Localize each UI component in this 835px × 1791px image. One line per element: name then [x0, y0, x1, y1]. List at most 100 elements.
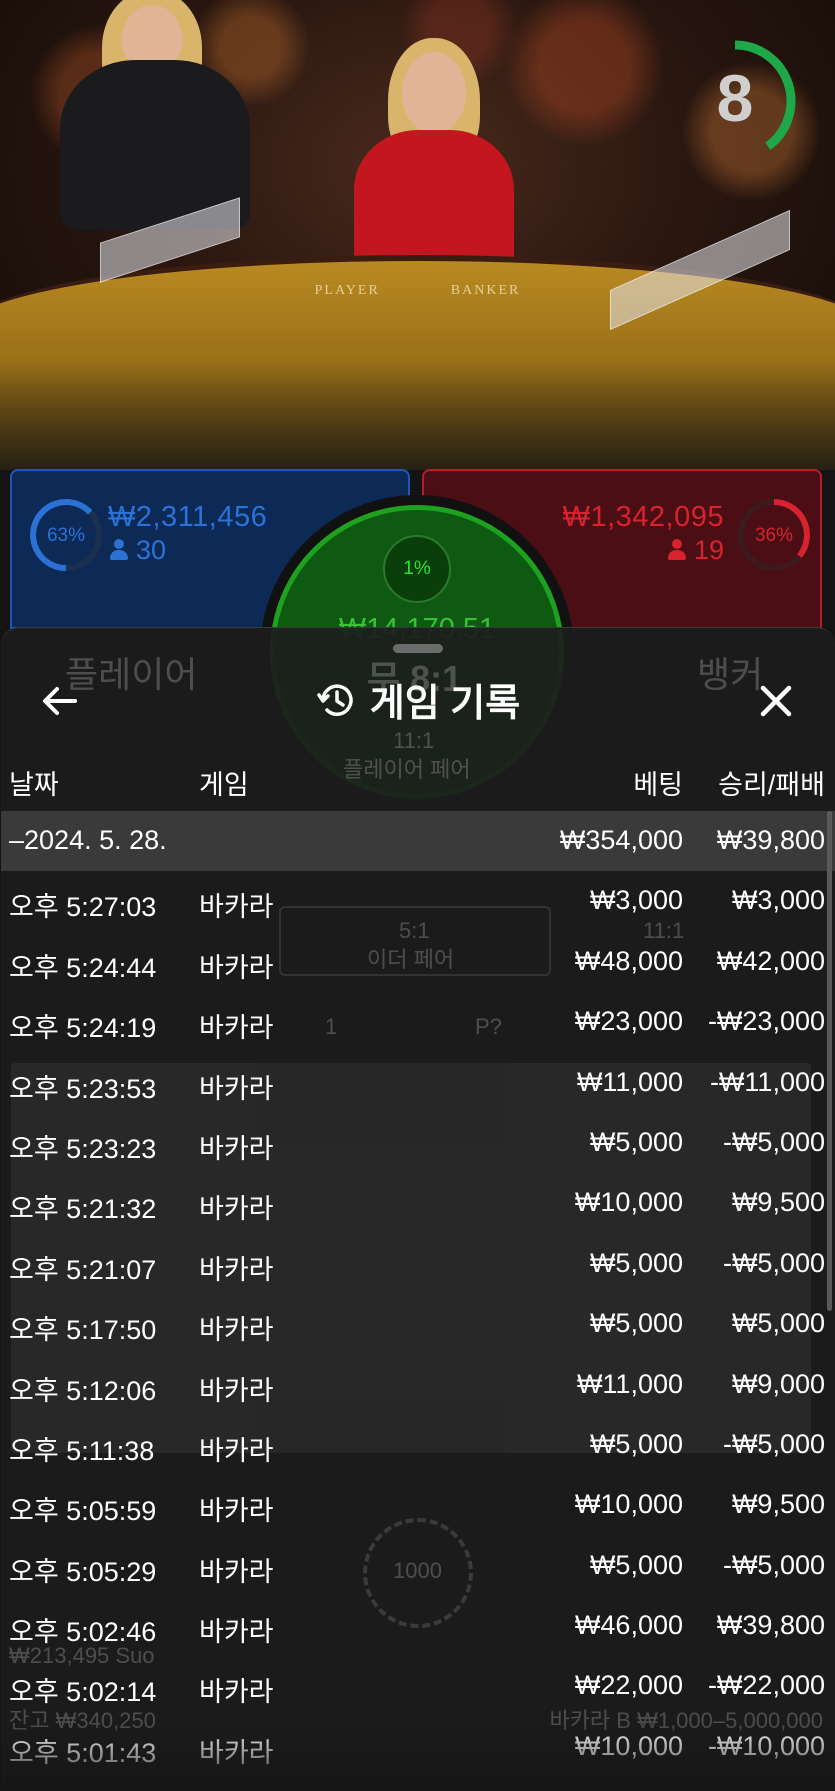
row-game: 바카라 [199, 1013, 274, 1044]
summary-result: ₩39,800 [716, 825, 825, 855]
history-list[interactable]: –2024. 5. 28. ₩354,000 ₩39,800 오후 5:27:0… [1, 811, 835, 1777]
history-row[interactable]: 오후 5:27:03 바카라 ₩3,000 ₩3,000 [1, 871, 835, 931]
row-result: ₩42,000 [716, 945, 825, 976]
history-row[interactable]: 오후 5:24:44 바카라 ₩48,000 ₩42,000 [1, 932, 835, 992]
banker-percent-ring: 36% [736, 497, 812, 573]
history-row[interactable]: 오후 5:21:07 바카라 ₩5,000 -₩5,000 [1, 1234, 835, 1294]
row-game: 바카라 [199, 1617, 274, 1648]
row-time: 오후 5:23:53 [9, 1073, 157, 1104]
countdown-timer: 8 [683, 30, 805, 180]
row-game: 바카라 [199, 952, 274, 983]
player-bettor-count: 30 [136, 535, 167, 565]
history-row[interactable]: 오후 5:02:14 바카라 ₩22,000 -₩22,000 [1, 1656, 835, 1716]
row-bet: ₩5,000 [589, 1247, 683, 1278]
history-row[interactable]: 오후 5:12:06 바카라 ₩11,000 ₩9,000 [1, 1355, 835, 1415]
history-row[interactable]: 오후 5:01:43 바카라 ₩10,000 -₩10,000 [1, 1717, 835, 1777]
row-time: 오후 5:17:50 [9, 1315, 157, 1346]
date-summary-row[interactable]: –2024. 5. 28. ₩354,000 ₩39,800 [1, 811, 835, 872]
row-result: -₩11,000 [709, 1066, 825, 1097]
row-bet: ₩23,000 [574, 1006, 683, 1037]
column-header-game: 게임 [199, 770, 249, 800]
history-row[interactable]: 오후 5:05:29 바카라 ₩5,000 -₩5,000 [1, 1536, 835, 1596]
row-result: ₩3,000 [731, 885, 825, 916]
row-result: ₩9,500 [731, 1489, 825, 1520]
row-game: 바카라 [199, 1677, 274, 1708]
row-result: ₩9,000 [731, 1368, 825, 1399]
row-bet: ₩10,000 [574, 1489, 683, 1520]
person-icon [110, 539, 128, 561]
row-time: 오후 5:24:44 [9, 952, 157, 983]
history-row[interactable]: 오후 5:02:46 바카라 ₩46,000 ₩39,800 [1, 1596, 835, 1656]
row-time: 오후 5:02:46 [9, 1617, 157, 1648]
row-result: -₩5,000 [722, 1247, 825, 1278]
row-time: 오후 5:12:06 [9, 1375, 157, 1406]
row-bet: ₩3,000 [589, 885, 683, 916]
history-row[interactable]: 오후 5:11:38 바카라 ₩5,000 -₩5,000 [1, 1415, 835, 1475]
row-game: 바카라 [199, 892, 274, 923]
row-result: ₩39,800 [716, 1610, 825, 1641]
row-result: ₩5,000 [731, 1308, 825, 1339]
row-game: 바카라 [199, 1556, 274, 1587]
banker-percent: 36% [754, 525, 794, 546]
row-bet: ₩5,000 [589, 1126, 683, 1157]
game-history-sheet: 플레이어 무 8:1 뱅커 11:1 플레이어 페어 5:1 이더 페어 11:… [1, 627, 835, 1791]
history-row[interactable]: 오후 5:23:53 바카라 ₩11,000 -₩11,000 [1, 1053, 835, 1113]
person-icon [667, 539, 686, 561]
row-time: 오후 5:21:07 [9, 1254, 157, 1285]
banker-total-amount: ₩1,342,095 [562, 501, 724, 533]
history-clock-icon [317, 683, 353, 716]
player-percent: 63% [46, 525, 86, 546]
row-bet: ₩22,000 [574, 1670, 683, 1701]
ghost-player-pair: 플레이어 페어 [343, 757, 471, 782]
row-time: 오후 5:23:23 [9, 1133, 157, 1164]
row-bet: ₩10,000 [574, 1730, 683, 1761]
player-percent-ring: 63% [28, 497, 104, 573]
row-time: 오후 5:27:03 [9, 892, 157, 923]
summary-bet: ₩354,000 [559, 825, 683, 855]
close-button[interactable] [753, 678, 799, 724]
row-time: 오후 5:05:59 [9, 1496, 157, 1527]
row-time: 오후 5:11:38 [9, 1435, 155, 1466]
history-row[interactable]: 오후 5:21:32 바카라 ₩10,000 ₩9,500 [1, 1173, 835, 1233]
history-row[interactable]: 오후 5:05:59 바카라 ₩10,000 ₩9,500 [1, 1475, 835, 1535]
row-time: 오후 5:02:14 [9, 1677, 157, 1708]
history-scrollbar[interactable] [827, 811, 832, 1311]
row-game: 바카라 [199, 1133, 274, 1164]
row-game: 바카라 [199, 1435, 274, 1466]
row-bet: ₩5,000 [589, 1428, 683, 1459]
row-game: 바카라 [199, 1254, 274, 1285]
row-game: 바카라 [199, 1194, 274, 1225]
row-time: 오후 5:05:29 [9, 1556, 157, 1587]
history-row[interactable]: 오후 5:17:50 바카라 ₩5,000 ₩5,000 [1, 1294, 835, 1354]
row-time: 오후 5:01:43 [9, 1737, 157, 1768]
close-icon [760, 685, 792, 717]
row-result: -₩10,000 [707, 1730, 825, 1761]
table-label-player: PLAYER [314, 283, 380, 298]
player-total-amount: ₩2,311,456 [108, 501, 268, 533]
row-time: 오후 5:21:32 [9, 1194, 157, 1225]
row-game: 바카라 [199, 1073, 274, 1104]
history-row[interactable]: 오후 5:23:23 바카라 ₩5,000 -₩5,000 [1, 1113, 835, 1173]
row-bet: ₩5,000 [589, 1549, 683, 1580]
row-game: 바카라 [199, 1375, 274, 1406]
row-bet: ₩48,000 [574, 945, 683, 976]
sheet-title: 게임 기록 [369, 683, 521, 725]
column-header-bet: 베팅 [633, 770, 683, 800]
row-bet: ₩10,000 [574, 1187, 683, 1218]
row-time: 오후 5:24:19 [9, 1013, 157, 1044]
summary-date: –2024. 5. 28. [9, 825, 167, 855]
row-result: -₩22,000 [707, 1670, 825, 1701]
row-bet: ₩5,000 [589, 1308, 683, 1339]
row-game: 바카라 [199, 1737, 274, 1768]
column-header-result: 승리/패배 [718, 770, 825, 800]
drag-handle[interactable] [393, 644, 443, 653]
tie-percent: 1% [383, 535, 451, 603]
row-bet: ₩11,000 [576, 1368, 683, 1399]
column-header-date: 날짜 [9, 770, 59, 800]
row-bet: ₩11,000 [576, 1066, 683, 1097]
row-result: -₩5,000 [722, 1549, 825, 1580]
row-game: 바카라 [199, 1315, 274, 1346]
table-label-banker: BANKER [450, 283, 521, 298]
banker-bettor-count: 19 [693, 535, 724, 565]
history-row[interactable]: 오후 5:24:19 바카라 ₩23,000 -₩23,000 [1, 992, 835, 1052]
